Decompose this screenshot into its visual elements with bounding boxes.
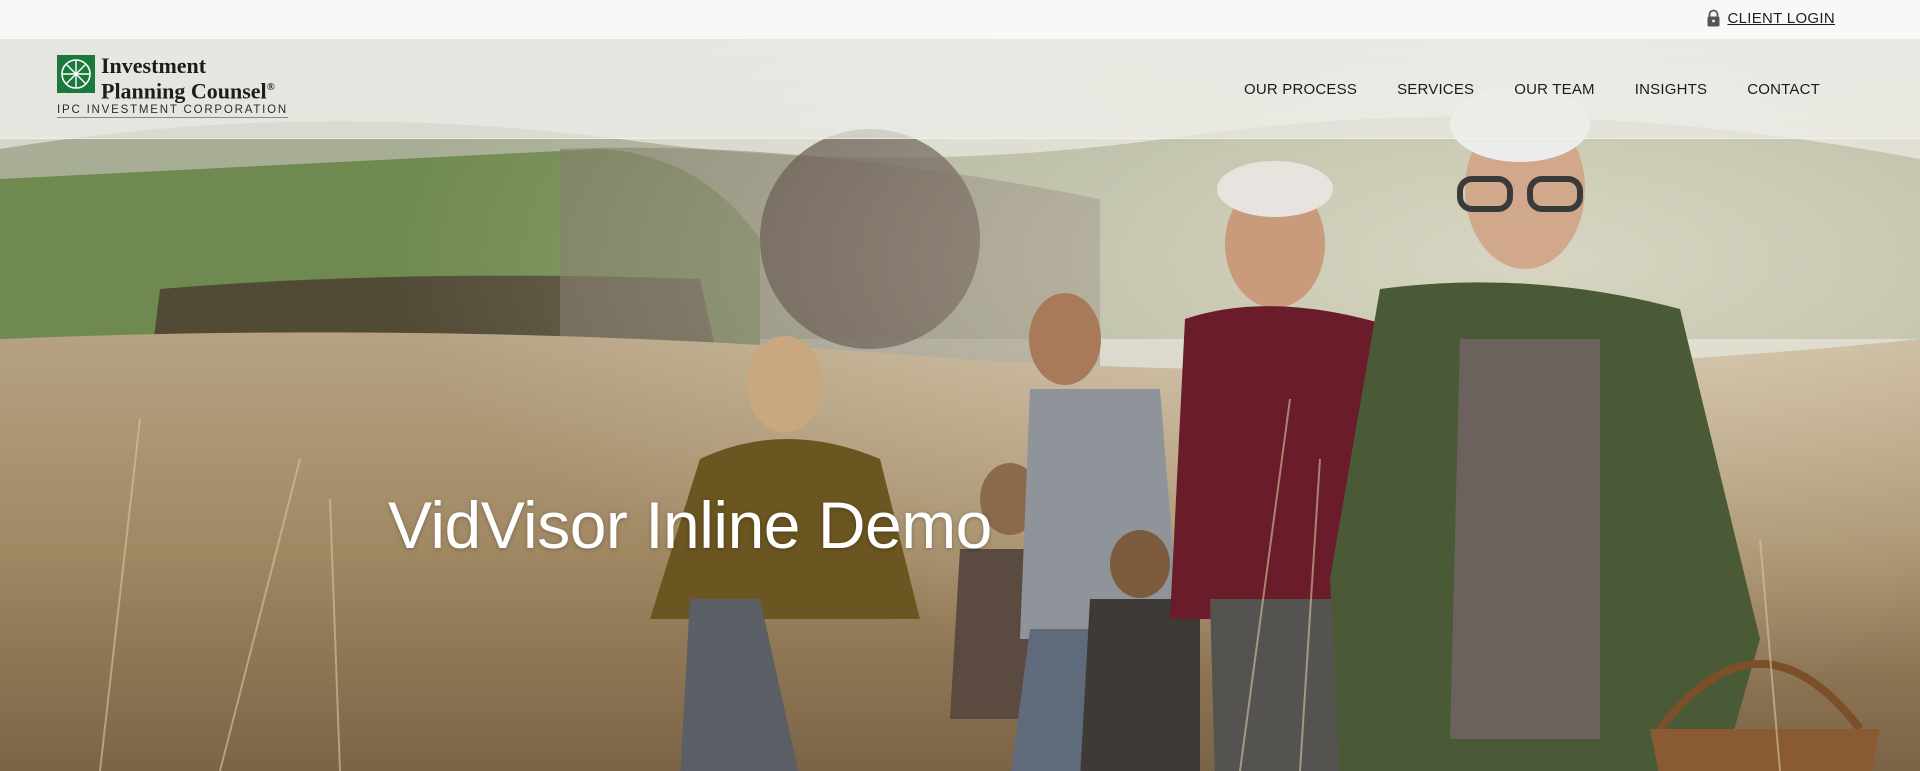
nav-item-our-team[interactable]: OUR TEAM — [1514, 81, 1595, 98]
logo-line-1: Investment — [101, 53, 207, 78]
registered-mark: ® — [266, 81, 275, 93]
main-navigation: Investment Planning Counsel® IPC INVESTM… — [0, 39, 1920, 139]
hero-photo — [0, 39, 1920, 771]
nav-item-insights[interactable]: INSIGHTS — [1635, 81, 1707, 98]
hero-title: VidVisor Inline Demo — [388, 488, 992, 562]
logo-subline: IPC INVESTMENT CORPORATION — [57, 104, 289, 118]
logo-line-2: Planning Counsel® — [101, 78, 275, 104]
nav-item-services[interactable]: SERVICES — [1397, 81, 1474, 98]
lock-icon — [1707, 9, 1720, 27]
client-login-link[interactable]: CLIENT LOGIN — [1706, 9, 1835, 27]
nav-item-contact[interactable]: CONTACT — [1747, 81, 1820, 98]
nav-item-our-process[interactable]: OUR PROCESS — [1244, 81, 1357, 98]
logo-mark-icon — [57, 55, 95, 93]
hero-banner: VidVisor Inline Demo — [0, 39, 1920, 771]
company-logo[interactable]: Investment Planning Counsel® IPC INVESTM… — [57, 53, 289, 121]
nav-menu: OUR PROCESS SERVICES OUR TEAM INSIGHTS C… — [1244, 81, 1820, 98]
client-login-label[interactable]: CLIENT LOGIN — [1727, 10, 1835, 27]
utility-bar: CLIENT LOGIN — [0, 0, 1920, 39]
